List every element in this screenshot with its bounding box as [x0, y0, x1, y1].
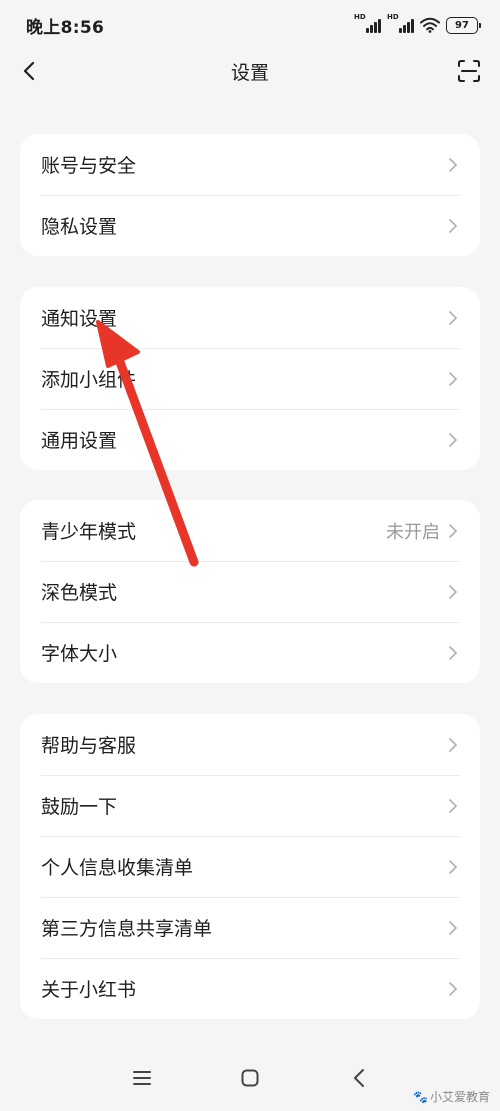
- chevron-right-icon: [449, 523, 457, 538]
- settings-item-label: 添加小组件: [41, 369, 137, 391]
- settings-group-about: 帮助与客服 鼓励一下 个人信息收集清单 第三方信息共享清单 关于小红书: [20, 714, 480, 1019]
- cellular-signal-icon: HD: [387, 13, 414, 33]
- settings-item-label: 隐私设置: [41, 216, 118, 238]
- settings-item-label: 第三方信息共享清单: [41, 918, 213, 940]
- settings-item-label: 鼓励一下: [41, 796, 118, 818]
- settings-item-notifications[interactable]: 通知设置: [20, 287, 480, 348]
- wifi-icon: [420, 17, 440, 33]
- header: 设置: [0, 50, 500, 92]
- home-icon[interactable]: [240, 1068, 260, 1088]
- system-nav-bar: 🐾 小艾爱教育: [0, 1050, 500, 1111]
- settings-item-account-security[interactable]: 账号与安全: [20, 134, 480, 195]
- chevron-right-icon: [449, 310, 457, 325]
- settings-item-privacy[interactable]: 隐私设置: [20, 195, 480, 256]
- watermark-text: 小艾爱教育: [429, 1090, 490, 1104]
- settings-item-third-party-sharing[interactable]: 第三方信息共享清单: [20, 897, 480, 958]
- page-title: 设置: [230, 61, 269, 84]
- settings-item-label: 字体大小: [41, 643, 118, 665]
- chevron-right-icon: [449, 371, 457, 386]
- chevron-right-icon: [449, 798, 457, 813]
- settings-item-about[interactable]: 关于小红书: [20, 958, 480, 1019]
- battery-level: 97: [455, 19, 469, 31]
- settings-item-label: 通知设置: [41, 308, 118, 330]
- chevron-right-icon: [449, 645, 457, 660]
- settings-item-label: 账号与安全: [41, 155, 137, 177]
- chevron-right-icon: [449, 737, 457, 752]
- status-bar: 晚上8:56 HD HD 97: [0, 0, 500, 50]
- settings-item-personal-info-list[interactable]: 个人信息收集清单: [20, 836, 480, 897]
- battery-icon: 97: [446, 16, 481, 34]
- back-icon[interactable]: [350, 1068, 370, 1088]
- hd-label: HD: [354, 13, 366, 21]
- chevron-right-icon: [449, 218, 457, 233]
- scan-icon[interactable]: [456, 58, 482, 84]
- settings-item-add-widget[interactable]: 添加小组件: [20, 348, 480, 409]
- settings-item-label: 个人信息收集清单: [41, 857, 194, 879]
- chevron-right-icon: [449, 432, 457, 447]
- settings-item-dark-mode[interactable]: 深色模式: [20, 561, 480, 622]
- watermark: 🐾 小艾爱教育: [413, 1088, 490, 1105]
- chevron-left-icon[interactable]: [18, 58, 42, 84]
- settings-group-account: 账号与安全 隐私设置: [20, 134, 480, 256]
- settings-item-value: 未开启: [386, 521, 440, 543]
- settings-group-general: 通知设置 添加小组件 通用设置: [20, 287, 480, 470]
- settings-item-label: 帮助与客服: [41, 735, 137, 757]
- settings-item-label: 通用设置: [41, 430, 118, 452]
- settings-item-label: 青少年模式: [41, 521, 137, 543]
- cellular-signal-icon: HD: [354, 13, 381, 33]
- settings-item-label: 深色模式: [41, 582, 118, 604]
- status-time: 晚上8:56: [26, 17, 105, 38]
- settings-item-teen-mode[interactable]: 青少年模式 未开启: [20, 500, 480, 561]
- settings-group-display: 青少年模式 未开启 深色模式 字体大小: [20, 500, 480, 683]
- chevron-right-icon: [449, 157, 457, 172]
- status-icons: HD HD 97: [354, 13, 481, 34]
- paw-icon: 🐾: [413, 1089, 428, 1104]
- chevron-right-icon: [449, 584, 457, 599]
- settings-item-help[interactable]: 帮助与客服: [20, 714, 480, 775]
- settings-item-encourage[interactable]: 鼓励一下: [20, 775, 480, 836]
- settings-item-font-size[interactable]: 字体大小: [20, 622, 480, 683]
- hd-label: HD: [387, 13, 399, 21]
- menu-icon[interactable]: [132, 1068, 152, 1088]
- chevron-right-icon: [449, 859, 457, 874]
- settings-item-general[interactable]: 通用设置: [20, 409, 480, 470]
- settings-item-label: 关于小红书: [41, 979, 137, 1001]
- chevron-right-icon: [449, 981, 457, 996]
- chevron-right-icon: [449, 920, 457, 935]
